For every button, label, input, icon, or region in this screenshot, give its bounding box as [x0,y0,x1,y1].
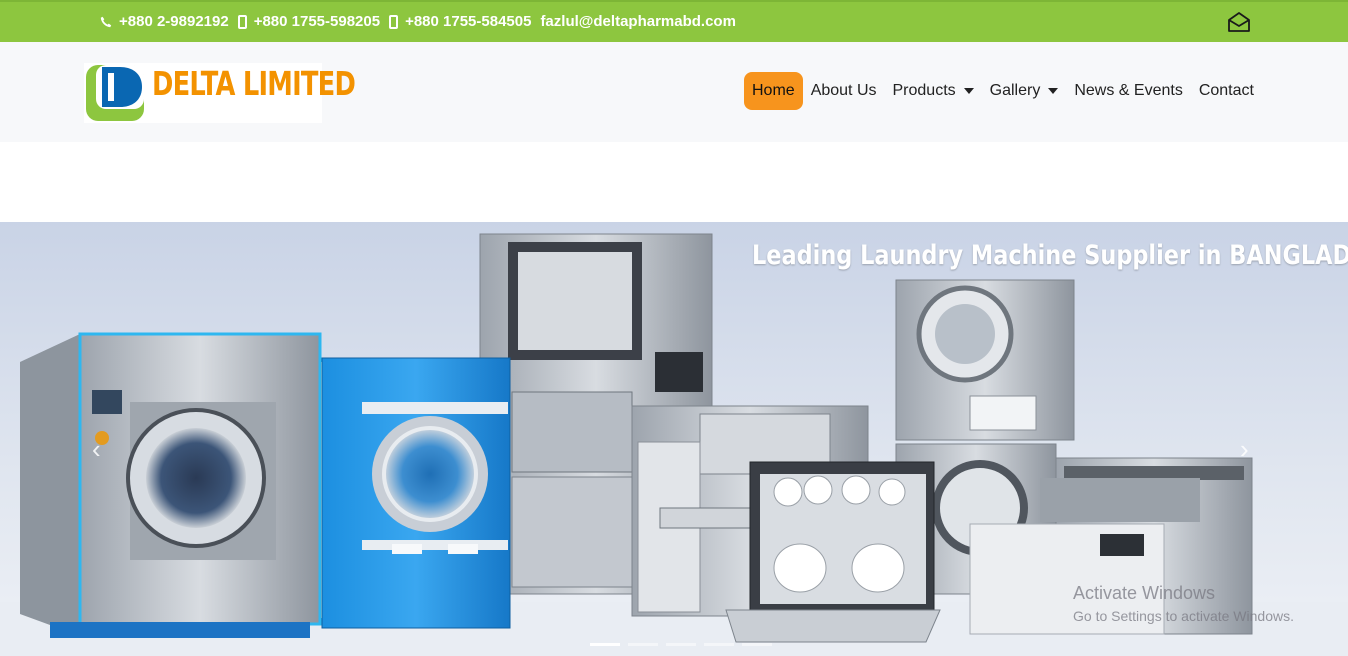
carousel-indicator[interactable] [590,643,620,646]
nav-products[interactable]: Products [885,72,982,110]
nav-contact[interactable]: Contact [1191,72,1262,110]
caret-down-icon [1048,88,1059,94]
envelope-open-icon[interactable] [1227,11,1251,33]
contact-mobile-1[interactable]: +880 1755-598205 [237,13,381,30]
windows-activation-watermark: Activate Windows Go to Settings to activ… [1073,583,1294,624]
hero-carousel[interactable]: Leading Laundry Machine Supplier in BANG… [0,222,1348,656]
carousel-indicator[interactable] [742,643,772,646]
main-nav: Home About Us Products Gallery News & Ev… [744,72,1262,110]
nav-news-events[interactable]: News & Events [1066,72,1190,110]
contact-list: +880 2-9892192 +880 1755-598205 +880 175… [100,13,745,30]
caret-down-icon [963,88,974,94]
mobile-icon [237,14,247,29]
top-contact-bar: +880 2-9892192 +880 1755-598205 +880 175… [0,0,1348,42]
nav-about-us[interactable]: About Us [803,72,885,110]
hero-title: Leading Laundry Machine Supplier in BANG… [752,240,1348,271]
site-header: DELTA LIMITED Home About Us Products Gal… [0,42,1348,142]
phone-icon [100,16,112,27]
chevron-right-icon[interactable]: › [1240,434,1249,465]
contact-mobile-1-text: +880 1755-598205 [253,13,381,30]
mobile-icon [389,14,399,29]
nav-contact-label: Contact [1198,82,1254,99]
contact-mobile-2[interactable]: +880 1755-584505 [389,13,531,30]
carousel-indicator[interactable] [704,643,734,646]
carousel-indicators [586,643,776,646]
nav-home[interactable]: Home [744,72,803,110]
nav-products-label: Products [892,82,956,99]
carousel-indicator[interactable] [628,643,658,646]
header-spacer [0,142,1348,222]
nav-gallery[interactable]: Gallery [982,72,1067,110]
logo-mark [86,65,144,121]
contact-phone-text: +880 2-9892192 [119,13,229,30]
watermark-line-1: Activate Windows [1073,583,1216,603]
contact-phone[interactable]: +880 2-9892192 [100,13,229,30]
brand-logo[interactable]: DELTA LIMITED [84,63,356,123]
carousel-indicator[interactable] [666,643,696,646]
nav-home-label: Home [752,82,795,99]
nav-about-us-label: About Us [810,82,877,99]
contact-email[interactable]: fazlul@deltapharmabd.com [540,13,736,30]
chevron-left-icon[interactable]: ‹ [92,434,101,465]
contact-email-text: fazlul@deltapharmabd.com [540,13,736,30]
logo-text: DELTA LIMITED [152,64,356,103]
nav-news-events-label: News & Events [1074,82,1183,99]
contact-mobile-2-text: +880 1755-584505 [405,13,532,30]
nav-gallery-label: Gallery [989,82,1041,99]
watermark-line-2: Go to Settings to activate Windows. [1073,608,1294,624]
